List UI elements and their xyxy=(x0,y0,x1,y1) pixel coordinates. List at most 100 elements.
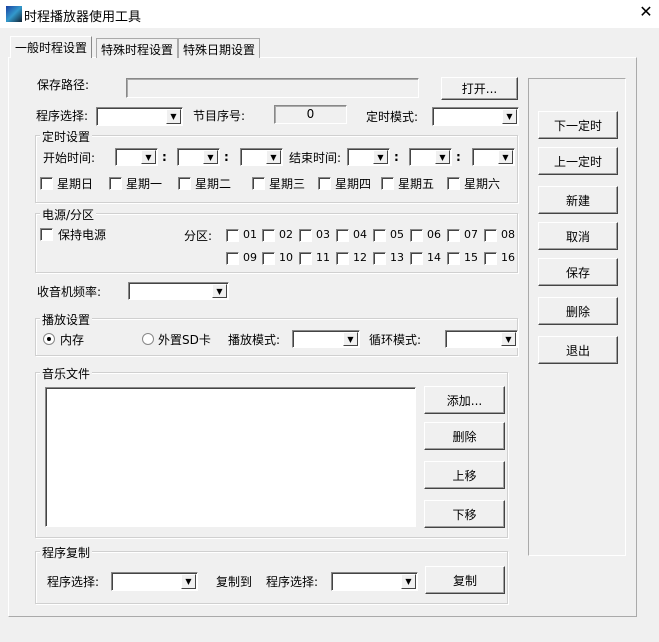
zone-checkbox[interactable] xyxy=(373,252,386,265)
tab-general[interactable]: 一般时程设置 xyxy=(10,36,93,58)
copy-from-label: 程序选择: xyxy=(47,575,100,589)
time-colon: : xyxy=(224,150,229,164)
end-hour-select[interactable]: ▼ xyxy=(347,148,390,166)
zone-checkbox[interactable] xyxy=(299,252,312,265)
timer-group: 定时设置 xyxy=(35,128,518,203)
time-colon: : xyxy=(162,150,167,164)
zone-checkbox[interactable] xyxy=(299,229,312,242)
move-down-button[interactable]: 下移 xyxy=(424,500,505,528)
zone-checkbox[interactable] xyxy=(447,229,460,242)
end-minute-select[interactable]: ▼ xyxy=(409,148,452,166)
app-icon xyxy=(6,6,22,22)
side-button-0[interactable]: 下一定时 xyxy=(538,111,618,139)
tab-special-schedule[interactable]: 特殊时程设置 xyxy=(96,38,179,58)
side-button-1[interactable]: 上一定时 xyxy=(538,147,618,175)
weekday-checkbox[interactable] xyxy=(178,177,191,190)
sd-card-radio[interactable] xyxy=(142,333,154,345)
item-no-field: 0 xyxy=(274,105,347,124)
side-button-3[interactable]: 取消 xyxy=(538,222,618,250)
zone-checkbox[interactable] xyxy=(484,229,497,242)
zone-label: 分区: xyxy=(184,229,213,243)
chevron-down-icon: ▼ xyxy=(502,109,517,124)
end-time-label: 结束时间: xyxy=(289,151,342,165)
timer-mode-select[interactable]: ▼ xyxy=(432,107,519,126)
zone-checkbox[interactable] xyxy=(484,252,497,265)
loop-mode-label: 循环模式: xyxy=(369,333,422,347)
chevron-down-icon: ▼ xyxy=(181,574,196,589)
copy-to-select[interactable]: ▼ xyxy=(331,572,418,591)
loop-mode-select[interactable]: ▼ xyxy=(445,330,518,348)
zone-label: 08 xyxy=(501,228,515,241)
zone-checkbox[interactable] xyxy=(262,252,275,265)
weekday-checkbox[interactable] xyxy=(40,177,53,190)
tab-special-date[interactable]: 特殊日期设置 xyxy=(178,38,261,58)
side-button-6[interactable]: 退出 xyxy=(538,336,618,364)
start-time-label: 开始时间: xyxy=(43,151,96,165)
play-mode-label: 播放模式: xyxy=(228,333,281,347)
music-file-list[interactable] xyxy=(45,387,416,527)
internal-memory-radio[interactable] xyxy=(43,333,55,345)
open-button[interactable]: 打开... xyxy=(441,77,518,100)
zone-label: 07 xyxy=(464,228,478,241)
zone-label: 15 xyxy=(464,251,478,264)
copy-button[interactable]: 复制 xyxy=(425,566,505,594)
weekday-checkbox[interactable] xyxy=(252,177,265,190)
chevron-down-icon: ▼ xyxy=(141,150,156,164)
zone-checkbox[interactable] xyxy=(410,229,423,242)
program-select-label: 程序选择: xyxy=(36,109,89,123)
zone-checkbox[interactable] xyxy=(262,229,275,242)
delete-music-button[interactable]: 删除 xyxy=(424,422,505,450)
zone-label: 13 xyxy=(390,251,404,264)
side-button-4[interactable]: 保存 xyxy=(538,258,618,286)
zone-checkbox[interactable] xyxy=(373,229,386,242)
copy-from-select[interactable]: ▼ xyxy=(111,572,198,591)
keep-power-label: 保持电源 xyxy=(58,228,107,242)
chevron-down-icon: ▼ xyxy=(373,150,388,164)
program-select[interactable]: ▼ xyxy=(96,107,183,126)
zone-label: 06 xyxy=(427,228,441,241)
move-up-button[interactable]: 上移 xyxy=(424,461,505,489)
weekday-checkbox[interactable] xyxy=(381,177,394,190)
zone-checkbox[interactable] xyxy=(410,252,423,265)
zone-checkbox[interactable] xyxy=(336,229,349,242)
play-mode-select[interactable]: ▼ xyxy=(292,330,360,348)
zone-label: 14 xyxy=(427,251,441,264)
close-icon[interactable]: ✕ xyxy=(636,2,656,21)
chevron-down-icon: ▼ xyxy=(166,109,181,124)
weekday-label: 星期二 xyxy=(195,177,232,191)
side-button-2[interactable]: 新建 xyxy=(538,186,618,214)
zone-checkbox[interactable] xyxy=(226,229,239,242)
zone-label: 01 xyxy=(243,228,257,241)
time-colon: : xyxy=(394,150,399,164)
zone-checkbox[interactable] xyxy=(226,252,239,265)
zone-label: 10 xyxy=(279,251,293,264)
radio-freq-label: 收音机频率: xyxy=(37,285,102,299)
keep-power-checkbox[interactable] xyxy=(40,228,53,241)
copy-to-select-label: 程序选择: xyxy=(266,575,319,589)
zone-label: 16 xyxy=(501,251,515,264)
chevron-down-icon: ▼ xyxy=(212,284,227,298)
zone-checkbox[interactable] xyxy=(447,252,460,265)
timer-mode-label: 定时模式: xyxy=(366,110,419,124)
save-path-label: 保存路径: xyxy=(37,78,90,92)
weekday-checkbox[interactable] xyxy=(447,177,460,190)
radio-freq-select[interactable]: ▼ xyxy=(128,282,229,300)
zone-checkbox[interactable] xyxy=(336,252,349,265)
weekday-label: 星期一 xyxy=(126,177,163,191)
start-second-select[interactable]: ▼ xyxy=(240,148,283,166)
start-minute-select[interactable]: ▼ xyxy=(177,148,220,166)
end-second-select[interactable]: ▼ xyxy=(472,148,515,166)
weekday-checkbox[interactable] xyxy=(318,177,331,190)
start-hour-select[interactable]: ▼ xyxy=(115,148,158,166)
weekday-checkbox[interactable] xyxy=(109,177,122,190)
sd-card-label: 外置SD卡 xyxy=(158,333,211,347)
chevron-down-icon: ▼ xyxy=(401,574,416,589)
side-button-5[interactable]: 删除 xyxy=(538,297,618,325)
zone-label: 04 xyxy=(353,228,367,241)
weekday-label: 星期五 xyxy=(398,177,435,191)
play-group-title: 播放设置 xyxy=(40,311,93,328)
window-title: 时程播放器使用工具 xyxy=(24,10,142,25)
add-music-button[interactable]: 添加... xyxy=(424,386,505,414)
internal-memory-label: 内存 xyxy=(60,333,85,347)
chevron-down-icon: ▼ xyxy=(501,332,516,346)
